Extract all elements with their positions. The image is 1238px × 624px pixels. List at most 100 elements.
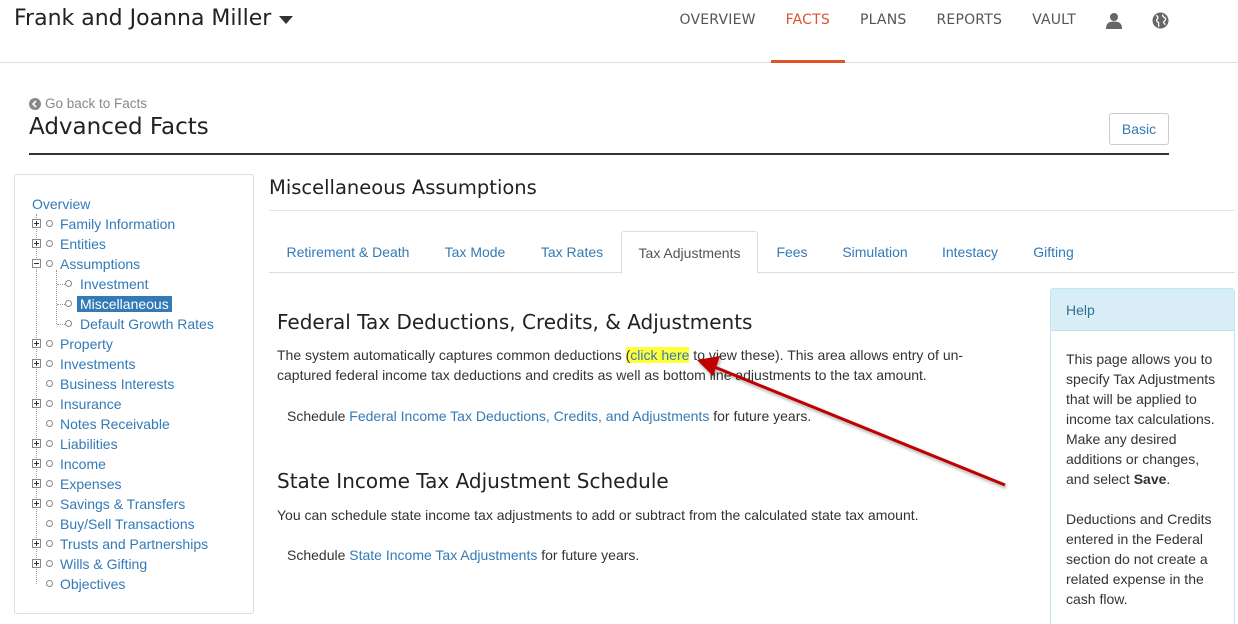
state-description: You can schedule state income tax adjust… [277,507,919,523]
top-navbar: Frank and Joanna Miller OVERVIEW FACTS P… [0,0,1238,63]
tree-item-assumptions[interactable]: Assumptions [60,256,140,272]
node-icon [46,560,53,567]
caret-down-icon [279,16,294,24]
tab-retirement-death[interactable]: Retirement & Death [269,231,427,273]
click-here-link[interactable]: click here [630,347,689,363]
node-icon [46,340,53,347]
tab-intestacy[interactable]: Intestacy [924,231,1016,273]
federal-heading: Federal Tax Deductions, Credits, & Adjus… [277,310,753,334]
tab-gifting[interactable]: Gifting [1016,231,1091,273]
nav-facts[interactable]: FACTS [770,0,846,63]
node-icon [46,360,53,367]
tree-item-overview[interactable]: Overview [32,196,90,212]
tree-item-savings-transfers[interactable]: Savings & Transfers [60,496,185,512]
expand-plus-icon[interactable] [32,539,41,548]
nav-plans[interactable]: PLANS [845,0,922,62]
main-nav: OVERVIEW FACTS PLANS REPORTS VAULT [665,0,1238,63]
node-icon [46,460,53,467]
expand-plus-icon[interactable] [32,559,41,568]
user-icon[interactable] [1091,0,1137,62]
state-schedule-line: Schedule State Income Tax Adjustments fo… [287,547,639,563]
collapse-minus-icon[interactable] [32,259,41,268]
basic-button[interactable]: Basic [1109,113,1169,145]
tree-item-income[interactable]: Income [60,456,106,472]
federal-schedule-line: Schedule Federal Income Tax Deductions, … [287,408,811,424]
state-schedule-link[interactable]: State Income Tax Adjustments [349,547,537,563]
assumption-tabs: Retirement & Death Tax Mode Tax Rates Ta… [269,231,1235,274]
node-icon [46,520,53,527]
tree-item-buy-sell-transactions[interactable]: Buy/Sell Transactions [60,516,195,532]
expand-plus-icon[interactable] [32,479,41,488]
tree-item-expenses[interactable]: Expenses [60,476,121,492]
node-icon [65,320,72,327]
schedule-text: for future years. [537,547,640,563]
help-body: This page allows you to specify Tax Adju… [1051,331,1234,624]
back-link[interactable]: Go back to Facts [29,96,147,111]
node-icon [46,260,53,267]
node-icon [46,540,53,547]
tab-simulation[interactable]: Simulation [826,231,924,273]
expand-plus-icon[interactable] [32,499,41,508]
expand-plus-icon[interactable] [32,219,41,228]
highlight-marker: (click here [625,347,690,363]
help-text: This page allows you to specify Tax Adju… [1066,351,1216,487]
federal-description: The system automatically captures common… [277,345,997,385]
node-icon [46,220,53,227]
tab-tax-adjustments[interactable]: Tax Adjustments [621,231,758,274]
expand-plus-icon[interactable] [32,339,41,348]
globe-icon[interactable] [1137,0,1183,62]
federal-text: captured federal income tax deductions a… [277,367,927,383]
tab-fees[interactable]: Fees [758,231,826,273]
expand-plus-icon[interactable] [32,459,41,468]
expand-plus-icon[interactable] [32,359,41,368]
tree-item-default-growth-rates[interactable]: Default Growth Rates [80,316,214,332]
node-icon [65,300,72,307]
help-paragraph: This page allows you to specify Tax Adju… [1066,349,1219,489]
tree-item-property[interactable]: Property [60,336,113,352]
node-icon [46,240,53,247]
schedule-text: Schedule [287,547,350,563]
tree-item-investments[interactable]: Investments [60,356,135,372]
node-icon [65,280,72,287]
tree-item-wills-gifting[interactable]: Wills & Gifting [60,556,147,572]
tree-item-family-information[interactable]: Family Information [60,216,175,232]
tree-item-miscellaneous[interactable]: Miscellaneous [77,296,172,312]
nav-reports[interactable]: REPORTS [921,0,1017,62]
node-icon [46,400,53,407]
section-title: Miscellaneous Assumptions [269,176,537,199]
help-save-text: Save [1133,471,1167,487]
tree-item-notes-receivable[interactable]: Notes Receivable [60,416,170,432]
client-name: Frank and Joanna Miller [14,6,272,31]
tree-item-liabilities[interactable]: Liabilities [60,436,118,452]
page-title: Advanced Facts [29,114,209,140]
title-divider [29,153,1169,155]
expand-plus-icon[interactable] [32,239,41,248]
federal-schedule-link[interactable]: Federal Income Tax Deductions, Credits, … [349,408,709,424]
node-icon [46,440,53,447]
nav-vault[interactable]: VAULT [1017,0,1091,62]
node-icon [46,580,53,587]
schedule-text: Schedule [287,408,350,424]
tab-tax-mode[interactable]: Tax Mode [427,231,523,273]
tree-item-investment[interactable]: Investment [80,276,148,292]
node-icon [46,500,53,507]
arrow-left-circle-icon [29,97,41,110]
help-panel: Help This page allows you to specify Tax… [1050,288,1235,624]
schedule-text: for future years. [709,408,812,424]
tab-tax-rates[interactable]: Tax Rates [523,231,621,273]
tree-item-insurance[interactable]: Insurance [60,396,121,412]
nav-overview[interactable]: OVERVIEW [665,0,771,62]
client-selector[interactable]: Frank and Joanna Miller [14,6,294,31]
tree-item-objectives[interactable]: Objectives [60,576,125,592]
help-title: Help [1051,289,1234,331]
back-link-label: Go back to Facts [45,96,148,111]
tree-item-business-interests[interactable]: Business Interests [60,376,174,392]
node-icon [46,420,53,427]
expand-plus-icon[interactable] [32,399,41,408]
expand-plus-icon[interactable] [32,439,41,448]
tree-item-trusts-partnerships[interactable]: Trusts and Partnerships [60,536,208,552]
node-icon [46,480,53,487]
state-heading: State Income Tax Adjustment Schedule [277,469,669,493]
tree-item-entities[interactable]: Entities [60,236,106,252]
node-icon [46,380,53,387]
